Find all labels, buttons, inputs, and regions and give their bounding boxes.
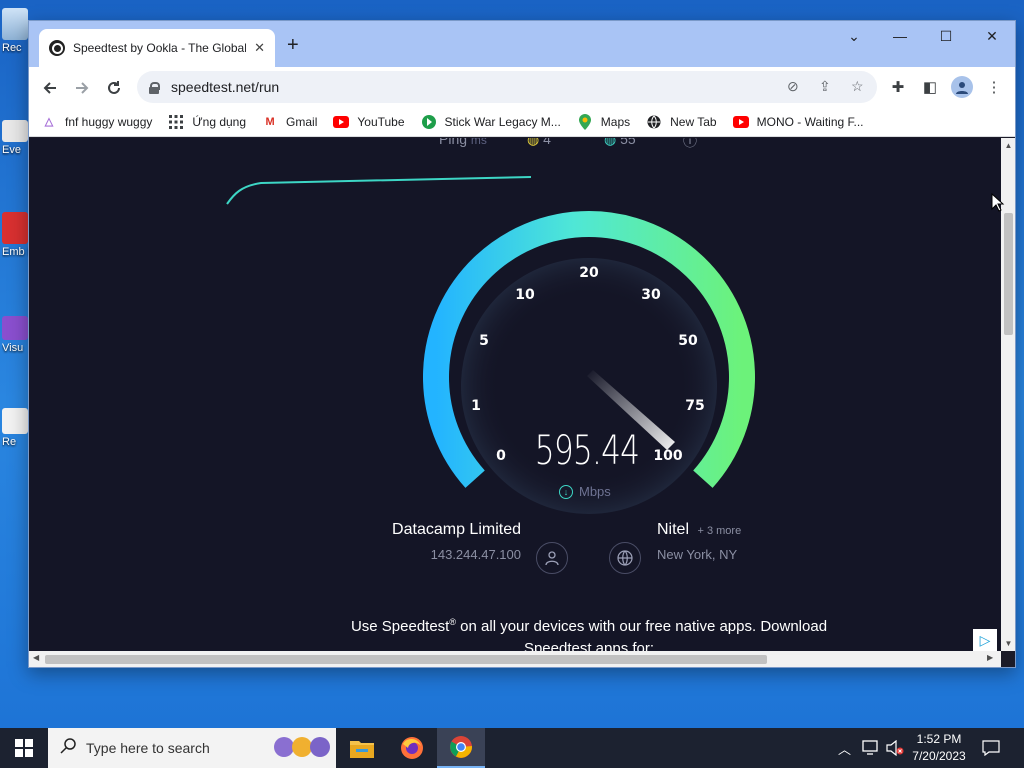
address-bar[interactable]: speedtest.net/run ⊘ ⇪ ☆ — [137, 71, 877, 103]
gmail-icon: M — [265, 115, 275, 128]
firefox-taskbar-icon[interactable] — [388, 728, 436, 768]
clock-time: 1:52 PM — [916, 732, 962, 746]
gauge-tick-20: 20 — [579, 265, 599, 281]
close-window-button[interactable]: ✕ — [969, 21, 1015, 51]
globe-server-icon — [609, 542, 641, 574]
taskbar-clock[interactable]: 1:52 PM 7/20/2023 — [904, 731, 974, 765]
person-icon — [956, 82, 968, 94]
browser-toolbar: speedtest.net/run ⊘ ⇪ ☆ ✚ ◧ ⋮ — [29, 67, 1015, 107]
back-button[interactable] — [37, 75, 63, 101]
download-arrow-icon: ↓ — [559, 484, 573, 499]
title-bar: Speedtest by Ookla - The Global ✕ + ⌄ — … — [29, 21, 1015, 67]
gauge-tick-75: 75 — [685, 398, 704, 414]
vertical-scrollbar[interactable]: ▲ ▼ — [1001, 138, 1015, 651]
browser-menu-icon[interactable]: ⋮ — [983, 76, 1005, 98]
speedtest-favicon-icon — [49, 40, 65, 56]
minimize-button[interactable]: — — [877, 21, 923, 51]
search-placeholder: Type here to search — [86, 740, 210, 756]
tab-title: Speedtest by Ookla - The Global — [73, 41, 247, 55]
scroll-down-icon[interactable]: ▼ — [1001, 639, 1015, 648]
taskbar-search-box[interactable]: Type here to search — [48, 728, 336, 768]
bookmark-maps[interactable]: Maps — [577, 113, 630, 130]
clock-date: 7/20/2023 — [912, 749, 966, 763]
game-icon — [421, 114, 437, 130]
search-highlight-icon — [274, 737, 330, 757]
adchoices-icon[interactable]: ▷ — [973, 629, 997, 651]
new-tab-button[interactable]: + — [287, 34, 299, 57]
scroll-left-icon[interactable]: ◀ — [33, 653, 39, 662]
browser-window: Speedtest by Ookla - The Global ✕ + ⌄ — … — [28, 20, 1016, 668]
vertical-scroll-thumb[interactable] — [1004, 213, 1013, 335]
user-icon — [536, 542, 568, 574]
apps-promo-text: Use Speedtest® on all your devices with … — [350, 617, 828, 651]
forward-button[interactable] — [69, 75, 95, 101]
network-icon[interactable] — [862, 728, 880, 768]
change-server-link[interactable]: + 3 more — [697, 525, 741, 537]
youtube-icon — [333, 114, 350, 130]
reload-button[interactable] — [101, 75, 127, 101]
speed-value: 595.44 — [534, 428, 640, 474]
bookmark-stick-war-legacy[interactable]: Stick War Legacy M... — [421, 114, 561, 130]
scroll-right-icon[interactable]: ▶ — [987, 653, 993, 662]
bookmarks-bar: △ fnf huggy wuggy Ứng dụng M Gmail YouTu… — [29, 107, 1015, 137]
gauge-tick-5: 5 — [479, 333, 489, 349]
profile-avatar-icon[interactable] — [951, 76, 973, 98]
url-text: speedtest.net/run — [171, 79, 280, 95]
horizontal-scroll-thumb[interactable] — [45, 655, 767, 664]
tab-speedtest[interactable]: Speedtest by Ookla - The Global ✕ — [39, 29, 275, 67]
tab-search-dropdown-icon[interactable]: ⌄ — [831, 21, 877, 51]
bookmark-youtube[interactable]: YouTube — [333, 114, 405, 130]
bookmark-fnf-huggy-wuggy[interactable]: △ fnf huggy wuggy — [41, 114, 153, 130]
notifications-icon[interactable] — [982, 728, 1000, 768]
apps-grid-icon — [168, 114, 184, 130]
mouse-cursor-icon — [991, 193, 1005, 212]
speed-history-line — [226, 176, 532, 205]
chrome-taskbar-icon[interactable] — [437, 728, 485, 768]
isp-ip: 143.244.47.100 — [430, 547, 521, 562]
isp-info: Datacamp Limited 143.244.47.100 — [349, 521, 521, 562]
youtube-icon — [732, 114, 749, 130]
share-icon[interactable]: ⇪ — [819, 78, 831, 95]
blocked-content-icon[interactable]: ⊘ — [787, 78, 799, 95]
server-location: New York, NY — [657, 547, 738, 562]
gauge-tick-30: 30 — [641, 287, 661, 303]
server-info: Nitel + 3 more New York, NY — [657, 521, 857, 562]
volume-muted-icon[interactable] — [886, 728, 904, 768]
gauge-background — [461, 258, 717, 514]
windows-logo-icon — [15, 739, 33, 757]
file-explorer-taskbar-icon[interactable] — [338, 728, 386, 768]
taskbar: Type here to search ︿ 1:52 PM 7/20/2023 — [0, 728, 1024, 768]
side-panel-icon[interactable]: ◧ — [919, 76, 941, 98]
gauge-tick-1: 1 — [471, 398, 481, 414]
tab-close-icon[interactable]: ✕ — [254, 40, 265, 56]
back-arrow-icon — [43, 82, 56, 94]
maps-pin-icon — [577, 113, 593, 130]
horizontal-scrollbar[interactable]: ◀ ▶ — [29, 651, 1001, 667]
gauge-tick-50: 50 — [678, 333, 698, 349]
triangle-icon: △ — [44, 116, 54, 128]
scroll-up-icon[interactable]: ▲ — [1001, 141, 1015, 150]
search-icon — [60, 737, 76, 759]
bookmark-mono[interactable]: MONO - Waiting F... — [732, 114, 864, 130]
lock-icon — [149, 81, 160, 94]
bookmark-gmail[interactable]: M Gmail — [262, 114, 317, 130]
isp-name: Datacamp Limited — [392, 521, 521, 538]
bookmark-apps[interactable]: Ứng dụng — [168, 114, 246, 130]
start-button[interactable] — [0, 728, 48, 768]
server-name: Nitel — [657, 521, 690, 538]
bookmark-new-tab[interactable]: New Tab — [646, 114, 717, 130]
maximize-button[interactable]: ☐ — [923, 21, 969, 51]
extensions-puzzle-icon[interactable]: ✚ — [887, 76, 909, 98]
show-hidden-icons[interactable]: ︿ — [838, 728, 851, 768]
globe-icon — [646, 114, 662, 130]
gauge-tick-10: 10 — [515, 287, 535, 303]
bookmark-star-icon[interactable]: ☆ — [851, 78, 864, 95]
gauge-tick-0: 0 — [496, 448, 506, 464]
reload-icon — [108, 81, 120, 94]
forward-arrow-icon — [76, 82, 89, 94]
speed-unit-label: ↓ Mbps — [559, 484, 611, 499]
speedtest-page: Ping ms ◍ 4 ◍ 55 ⓘ 0 1 5 10 20 30 50 75 … — [29, 138, 1001, 651]
